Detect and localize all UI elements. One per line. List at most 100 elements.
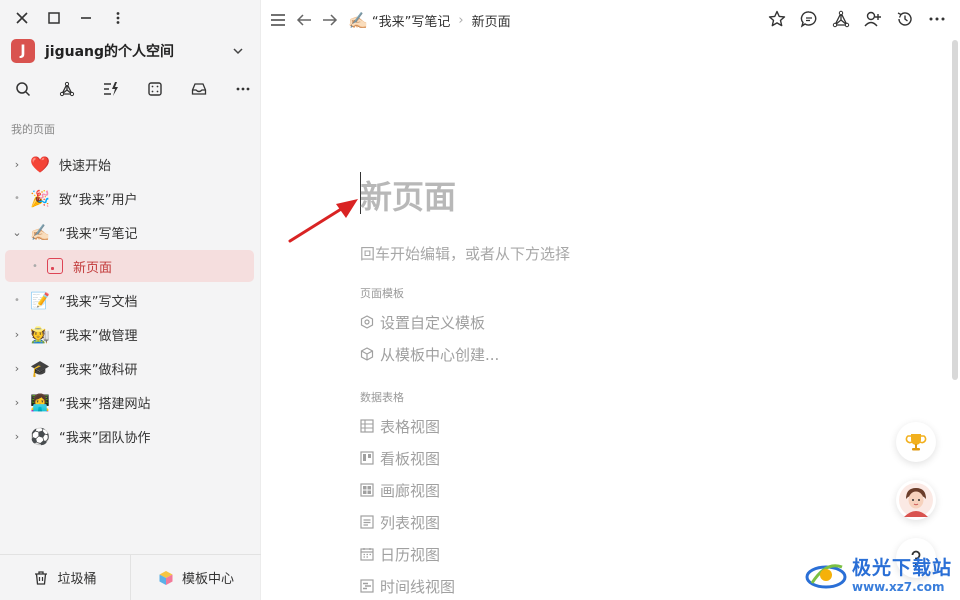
trash-icon xyxy=(35,570,48,585)
gallery-view-option[interactable]: 画廊视图 xyxy=(360,479,440,501)
chevron-right-icon[interactable]: › xyxy=(11,328,23,341)
tree-item-active[interactable]: • 新页面 xyxy=(5,250,254,282)
template-center-label: 模板中心 xyxy=(181,572,234,587)
board-view-option[interactable]: 看板视图 xyxy=(360,447,440,469)
sidebar-footer: 垃圾桶 模板中心 xyxy=(0,554,261,600)
chevron-down-icon[interactable] xyxy=(230,42,246,61)
menu-icon[interactable] xyxy=(270,12,286,28)
cube-icon xyxy=(159,570,173,585)
chevron-right-icon[interactable]: › xyxy=(11,362,23,375)
chevron-right-icon: › xyxy=(458,12,464,28)
watermark-text: 极光下载站 xyxy=(851,557,952,579)
tree-item-label: 新页面 xyxy=(73,260,113,276)
breadcrumb: ✍🏻 “我来”写笔记 › 新页面 xyxy=(348,11,511,30)
breadcrumb-current[interactable]: 新页面 xyxy=(472,11,511,30)
workspace-switcher[interactable]: J jiguang的个人空间 xyxy=(11,38,246,64)
tree-item[interactable]: › ❤️ 快速开始 xyxy=(5,148,254,180)
chevron-down-icon[interactable]: ⌄ xyxy=(11,226,23,239)
page-title-input[interactable]: 新页面 xyxy=(360,172,456,218)
workspace-avatar: J xyxy=(11,39,35,63)
watermark-logo xyxy=(805,563,847,588)
focus-frame-icon[interactable] xyxy=(146,80,164,98)
bullet-icon: • xyxy=(14,294,20,306)
chevron-right-icon[interactable]: › xyxy=(11,158,23,171)
breadcrumb-parent[interactable]: “我来”写笔记 xyxy=(372,11,450,30)
timeline-icon xyxy=(360,579,374,593)
table-group-label: 数据表格 xyxy=(360,391,404,404)
star-icon[interactable] xyxy=(768,10,786,28)
bullet-icon: • xyxy=(32,260,38,272)
arrow-left-icon[interactable] xyxy=(296,12,312,28)
tree-item-label: 致“我来”用户 xyxy=(59,192,138,208)
chevron-right-icon[interactable]: › xyxy=(11,396,23,409)
timeline-view-option[interactable]: 时间线视图 xyxy=(360,575,455,597)
list-view-option[interactable]: 列表视图 xyxy=(360,511,440,533)
graph-icon[interactable] xyxy=(58,80,76,98)
template-group-label: 页面模板 xyxy=(360,287,404,300)
search-icon[interactable] xyxy=(14,80,32,98)
gallery-icon xyxy=(360,483,374,497)
option-label: 表格视图 xyxy=(380,417,441,436)
maximize-icon[interactable] xyxy=(46,10,62,26)
farmer-icon: 🧑‍🌾 xyxy=(30,324,50,344)
table-view-option[interactable]: 表格视图 xyxy=(360,415,440,437)
document-icon: 📝 xyxy=(30,290,50,310)
option-label: 看板视图 xyxy=(380,449,441,468)
tree-item-label: “我来”做管理 xyxy=(59,328,138,344)
calendar-icon xyxy=(360,547,374,561)
more-horizontal-icon[interactable] xyxy=(928,10,946,28)
more-vertical-icon[interactable] xyxy=(110,10,126,26)
graduation-cap-icon: 🎓 xyxy=(30,358,50,378)
chevron-right-icon[interactable]: › xyxy=(11,430,23,443)
watermark: 极光下载站 www.xz7.com xyxy=(804,553,952,594)
tree-item[interactable]: • 🎉 致“我来”用户 xyxy=(5,182,254,214)
tree-item[interactable]: ⌄ ✍🏻 “我来”写笔记 xyxy=(5,216,254,248)
more-horizontal-icon[interactable] xyxy=(234,80,252,98)
scrollbar[interactable] xyxy=(952,40,958,380)
arrow-right-icon[interactable] xyxy=(322,12,338,28)
minimize-icon[interactable] xyxy=(78,10,94,26)
tree-item[interactable]: › 🎓 “我来”做科研 xyxy=(5,352,254,384)
tree-item[interactable]: › ⚽ “我来”团队协作 xyxy=(5,420,254,452)
inbox-icon[interactable] xyxy=(190,80,208,98)
topbar: ✍🏻 “我来”写笔记 › 新页面 xyxy=(262,0,960,40)
option-label: 日历视图 xyxy=(380,545,441,564)
trash-button[interactable]: 垃圾桶 xyxy=(0,555,130,600)
template-center-button[interactable]: 模板中心 xyxy=(130,555,261,600)
page-tree: › ❤️ 快速开始 • 🎉 致“我来”用户 ⌄ ✍🏻 “我来”写笔记 • 新页面… xyxy=(5,148,254,454)
editor-hint: 回车开始编辑，或者从下方选择 xyxy=(360,245,571,263)
trash-label: 垃圾桶 xyxy=(57,572,97,587)
workspace-name: jiguang的个人空间 xyxy=(45,44,175,60)
option-label: 列表视图 xyxy=(380,513,441,532)
add-member-icon[interactable] xyxy=(864,10,882,28)
achievements-button[interactable] xyxy=(896,422,936,462)
table-icon xyxy=(360,419,374,433)
writing-hand-icon: ✍🏻 xyxy=(30,222,50,242)
history-icon[interactable] xyxy=(896,10,914,28)
writing-hand-icon: ✍🏻 xyxy=(348,10,368,30)
template-center-option[interactable]: 从模板中心创建... xyxy=(360,343,499,365)
graph-icon[interactable] xyxy=(832,10,850,28)
tree-item-label: 快速开始 xyxy=(59,158,112,174)
quick-actions-icon[interactable] xyxy=(102,80,120,98)
tree-item[interactable]: › 🧑‍🌾 “我来”做管理 xyxy=(5,318,254,350)
section-label-my-pages: 我的页面 xyxy=(11,123,55,136)
party-popper-icon: 🎉 xyxy=(30,188,50,208)
tree-item-label: “我来”团队协作 xyxy=(59,430,151,446)
close-icon[interactable] xyxy=(14,10,30,26)
option-label: 从模板中心创建... xyxy=(380,345,500,364)
option-label: 画廊视图 xyxy=(380,481,441,500)
kanban-icon xyxy=(360,451,374,465)
sidebar-toolbar xyxy=(14,80,252,98)
window-controls xyxy=(14,10,126,26)
tree-item[interactable]: • 📝 “我来”写文档 xyxy=(5,284,254,316)
comment-icon[interactable] xyxy=(800,10,818,28)
avatar xyxy=(899,483,933,517)
technologist-icon: 👩‍💻 xyxy=(30,392,50,412)
tree-item-label: “我来”搭建网站 xyxy=(59,396,151,412)
assistant-avatar-button[interactable] xyxy=(896,480,936,520)
tree-item[interactable]: › 👩‍💻 “我来”搭建网站 xyxy=(5,386,254,418)
tree-item-label: “我来”做科研 xyxy=(59,362,138,378)
custom-template-option[interactable]: 设置自定义模板 xyxy=(360,311,485,333)
calendar-view-option[interactable]: 日历视图 xyxy=(360,543,440,565)
